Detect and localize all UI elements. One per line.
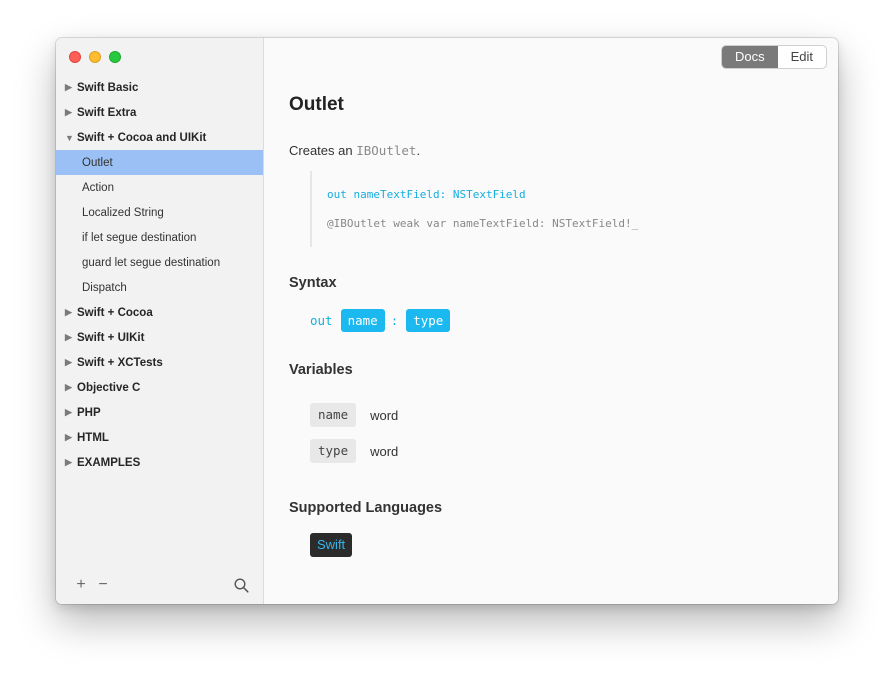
sidebar-group[interactable]: ▶ Swift + XCTests bbox=[56, 350, 263, 375]
sidebar-item-label: Localized String bbox=[82, 206, 164, 219]
snippet-tree: ▶ Swift Basic ▶ Swift Extra ▼ Swift + Cocoa a… bbox=[56, 75, 263, 475]
sidebar-item-label: Swift Extra bbox=[77, 106, 137, 119]
maximize-window-button[interactable] bbox=[109, 51, 121, 63]
sidebar-item-label: Swift + Cocoa and UIKit bbox=[77, 131, 207, 144]
sidebar-footer: + − bbox=[56, 566, 263, 604]
sidebar-group[interactable]: ▼ Swift + Cocoa and UIKit bbox=[56, 125, 263, 150]
variable-name: type bbox=[310, 439, 357, 463]
disclosure-collapsed-icon[interactable]: ▶ bbox=[65, 407, 77, 418]
tab-docs[interactable]: Docs bbox=[721, 46, 778, 68]
sidebar-item-label: Swift Basic bbox=[77, 81, 139, 94]
sidebar-group[interactable]: ▶ Objective C bbox=[56, 375, 263, 400]
sidebar-group[interactable]: ▶ PHP bbox=[56, 400, 263, 425]
sidebar-group[interactable]: ▶ EXAMPLES bbox=[56, 450, 263, 475]
sidebar-item[interactable]: Action bbox=[56, 175, 263, 200]
close-window-button[interactable] bbox=[69, 51, 81, 63]
description-code: IBOutlet bbox=[356, 143, 417, 158]
sidebar-item[interactable]: guard let segue destination bbox=[56, 250, 263, 275]
sidebar-item-label: Swift + UIKit bbox=[77, 331, 145, 344]
sidebar-item-label: Swift + XCTests bbox=[77, 356, 163, 369]
sidebar-item-label: guard let segue destination bbox=[82, 256, 221, 269]
sidebar-item-label: Action bbox=[82, 181, 114, 194]
add-button[interactable]: + bbox=[70, 576, 92, 594]
syntax-heading: Syntax bbox=[289, 275, 337, 291]
example-expansion: @IBOutlet weak var nameTextField: NSText… bbox=[327, 217, 639, 230]
sidebar-group[interactable]: ▶ HTML bbox=[56, 425, 263, 450]
syntax-keyword: out bbox=[310, 313, 333, 328]
disclosure-collapsed-icon[interactable]: ▶ bbox=[65, 82, 77, 93]
sidebar-item[interactable]: Localized String bbox=[56, 200, 263, 225]
view-mode-segmented-control: Docs Edit bbox=[720, 45, 827, 69]
variable-type: word bbox=[370, 443, 399, 459]
sidebar-group[interactable]: ▶ Swift Extra bbox=[56, 100, 263, 125]
search-icon[interactable] bbox=[234, 577, 249, 593]
sidebar-item[interactable]: Outlet bbox=[56, 150, 263, 175]
disclosure-collapsed-icon[interactable]: ▶ bbox=[65, 382, 77, 393]
sidebar-item-label: if let segue destination bbox=[82, 231, 197, 244]
variable-row: name word bbox=[310, 403, 398, 427]
syntax-placeholder-type: type bbox=[406, 309, 451, 332]
remove-button[interactable]: − bbox=[92, 576, 114, 594]
syntax-line: out name : type bbox=[310, 309, 456, 332]
sidebar-item[interactable]: Dispatch bbox=[56, 275, 263, 300]
disclosure-collapsed-icon[interactable]: ▶ bbox=[65, 432, 77, 443]
sidebar-item-label: Objective C bbox=[77, 381, 141, 394]
sidebar: ▶ Swift Basic ▶ Swift Extra ▼ Swift + Cocoa a… bbox=[56, 38, 264, 604]
page-title: Outlet bbox=[289, 94, 344, 115]
description: Creates an IBOutlet. bbox=[289, 143, 420, 158]
disclosure-collapsed-icon[interactable]: ▶ bbox=[65, 332, 77, 343]
sidebar-item-label: EXAMPLES bbox=[77, 456, 141, 469]
sidebar-item-label: HTML bbox=[77, 431, 109, 444]
disclosure-collapsed-icon[interactable]: ▶ bbox=[65, 307, 77, 318]
sidebar-group[interactable]: ▶ Swift + UIKit bbox=[56, 325, 263, 350]
disclosure-collapsed-icon[interactable]: ▶ bbox=[65, 357, 77, 368]
disclosure-collapsed-icon[interactable]: ▶ bbox=[65, 107, 77, 118]
sidebar-item[interactable]: if let segue destination bbox=[56, 225, 263, 250]
language-badge: Swift bbox=[310, 533, 353, 557]
sidebar-item-label: Dispatch bbox=[82, 281, 127, 294]
sidebar-group[interactable]: ▶ Swift + Cocoa bbox=[56, 300, 263, 325]
example-block: out nameTextField: NSTextField @IBOutlet… bbox=[310, 171, 650, 247]
syntax-separator: : bbox=[390, 313, 399, 328]
languages-heading: Supported Languages bbox=[289, 500, 443, 516]
variable-row: type word bbox=[310, 439, 398, 463]
variables-heading: Variables bbox=[289, 362, 353, 378]
sidebar-item-label: Swift + Cocoa bbox=[77, 306, 153, 319]
description-text: Creates an bbox=[289, 143, 353, 158]
window-controls bbox=[69, 51, 121, 63]
app-window: ▶ Swift Basic ▶ Swift Extra ▼ Swift + Cocoa a… bbox=[56, 38, 838, 604]
example-trigger: out nameTextField: NSTextField bbox=[327, 188, 526, 201]
disclosure-collapsed-icon[interactable]: ▶ bbox=[65, 457, 77, 468]
sidebar-group[interactable]: ▶ Swift Basic bbox=[56, 75, 263, 100]
disclosure-expanded-icon[interactable]: ▼ bbox=[65, 133, 77, 143]
minimize-window-button[interactable] bbox=[89, 51, 101, 63]
tab-edit[interactable]: Edit bbox=[778, 46, 826, 68]
sidebar-item-label: PHP bbox=[77, 406, 101, 419]
syntax-placeholder-name: name bbox=[340, 309, 385, 332]
variable-type: word bbox=[370, 407, 399, 423]
sidebar-item-label: Outlet bbox=[82, 156, 113, 169]
doc-panel: Docs Edit Outlet Creates an IBOutlet. ou… bbox=[264, 38, 838, 604]
description-suffix: . bbox=[416, 143, 421, 158]
variable-name: name bbox=[310, 403, 357, 427]
